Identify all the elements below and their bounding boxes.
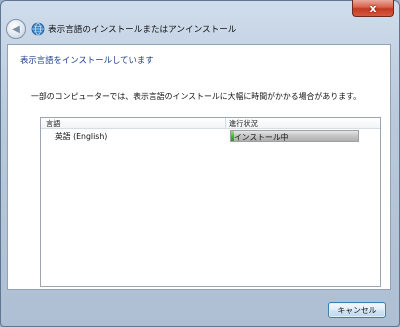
close-icon: x xyxy=(369,1,377,15)
install-progress-bar: インストール中 xyxy=(230,130,359,142)
content-panel: 表示言語をインストールしています 一部のコンピューターでは、表示言語のインストー… xyxy=(7,44,391,290)
list-header: 言語 進行状況 xyxy=(41,118,380,129)
cancel-button[interactable]: キャンセル xyxy=(328,302,386,318)
back-button[interactable]: ◀ xyxy=(6,19,26,39)
back-arrow-icon: ◀ xyxy=(12,23,20,35)
page-description: 一部のコンピューターでは、表示言語のインストールに大幅に時間がかかる場合がありま… xyxy=(31,92,361,101)
page-heading: 表示言語をインストールしています xyxy=(20,55,154,65)
title-bar: x xyxy=(0,0,400,17)
window-title: 表示言語のインストールまたはアンインストール xyxy=(48,25,237,35)
list-item[interactable]: 英語 (English) インストール中 xyxy=(41,130,380,142)
cancel-button-label: キャンセル xyxy=(337,305,377,315)
column-header-language[interactable]: 言語 xyxy=(46,119,60,129)
row-status: インストール中 xyxy=(234,133,289,142)
column-divider[interactable] xyxy=(225,118,226,128)
language-list[interactable]: 言語 進行状況 英語 (English) インストール中 xyxy=(40,117,381,287)
row-language: 英語 (English) xyxy=(55,132,108,141)
nav-row: ◀ 表示言語のインストールまたはアンインストール xyxy=(4,18,396,40)
column-header-status[interactable]: 進行状況 xyxy=(229,119,258,129)
language-globe-icon xyxy=(31,22,45,36)
close-button[interactable]: x xyxy=(352,0,394,17)
